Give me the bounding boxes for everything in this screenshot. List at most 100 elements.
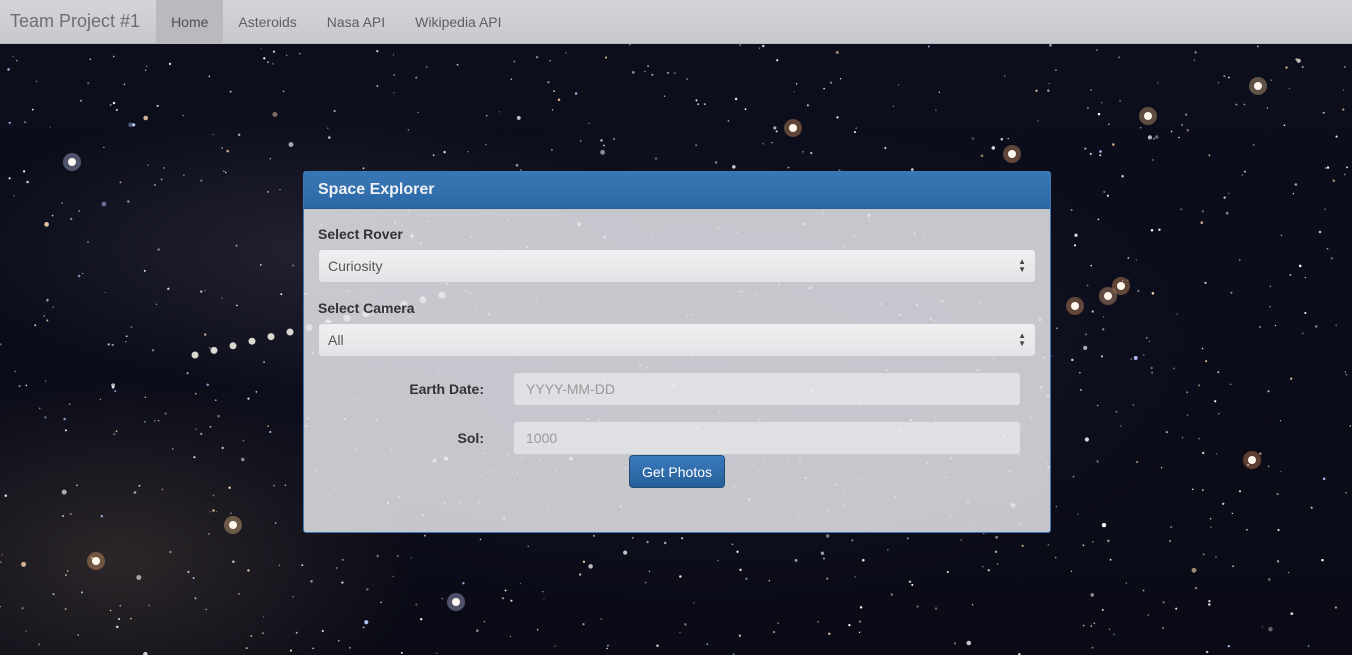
star xyxy=(1258,326,1261,328)
star xyxy=(1326,247,1329,250)
star xyxy=(1070,209,1073,212)
star xyxy=(510,599,513,602)
bright-star xyxy=(1117,282,1125,290)
star xyxy=(1208,599,1211,603)
star xyxy=(588,122,590,125)
star xyxy=(1285,66,1288,69)
star xyxy=(1090,593,1095,597)
star xyxy=(1343,173,1346,176)
earth-date-input[interactable]: YYYY-MM-DD xyxy=(513,372,1021,406)
star xyxy=(76,484,78,487)
star xyxy=(1204,281,1207,285)
star xyxy=(1071,358,1074,362)
star xyxy=(266,191,269,193)
star xyxy=(1261,626,1264,628)
star xyxy=(744,108,747,111)
star xyxy=(236,304,238,307)
star xyxy=(362,626,365,629)
star xyxy=(1107,539,1110,543)
star xyxy=(1223,196,1226,199)
get-photos-button[interactable]: Get Photos xyxy=(629,455,725,488)
star xyxy=(549,59,551,62)
nav-item-asteroids[interactable]: Asteroids xyxy=(223,0,311,43)
star xyxy=(762,44,765,48)
star xyxy=(1047,89,1050,92)
star xyxy=(938,91,941,94)
star xyxy=(154,184,156,186)
star xyxy=(1095,49,1098,52)
star xyxy=(1150,366,1153,370)
camera-select[interactable]: All ▲ ▼ xyxy=(318,323,1036,357)
star xyxy=(112,432,116,436)
navbar-brand[interactable]: Team Project #1 xyxy=(0,0,156,43)
star xyxy=(632,71,635,74)
star xyxy=(157,420,160,422)
star xyxy=(1238,490,1242,493)
star xyxy=(456,63,459,66)
star xyxy=(215,510,218,513)
panel-title: Space Explorer xyxy=(304,172,1050,209)
star xyxy=(679,631,681,634)
nav-item-nasa-api[interactable]: Nasa API xyxy=(312,0,400,43)
bright-star xyxy=(1254,82,1262,90)
star xyxy=(1225,211,1229,215)
star xyxy=(1332,179,1336,182)
star xyxy=(24,121,27,124)
star xyxy=(600,139,603,142)
star xyxy=(410,557,413,559)
star xyxy=(64,608,67,610)
star xyxy=(1235,103,1238,106)
rover-select[interactable]: Curiosity ▲ ▼ xyxy=(318,249,1036,283)
star xyxy=(684,623,687,626)
star xyxy=(1330,257,1333,260)
star xyxy=(1243,170,1246,173)
star xyxy=(34,324,37,327)
sol-input[interactable]: 1000 xyxy=(513,421,1021,455)
nav-item-home[interactable]: Home xyxy=(156,0,224,43)
star xyxy=(644,70,646,73)
star xyxy=(1003,75,1006,77)
star xyxy=(673,72,676,75)
nav-item-wikipedia-api[interactable]: Wikipedia API xyxy=(400,0,516,43)
star xyxy=(225,171,227,174)
star xyxy=(103,146,105,149)
star xyxy=(771,142,773,144)
star xyxy=(271,62,274,65)
star xyxy=(1228,76,1230,79)
star xyxy=(21,561,27,567)
star xyxy=(18,385,21,388)
star xyxy=(681,537,684,540)
star xyxy=(1344,66,1346,68)
star xyxy=(115,430,118,433)
star xyxy=(208,75,211,78)
star xyxy=(582,623,585,626)
star xyxy=(1287,571,1290,574)
bright-star xyxy=(92,557,100,565)
star xyxy=(588,564,593,569)
star xyxy=(0,343,2,346)
star xyxy=(795,83,798,85)
star xyxy=(1243,103,1246,106)
star xyxy=(1215,556,1217,558)
star xyxy=(38,407,41,410)
star xyxy=(223,170,225,172)
star xyxy=(693,602,695,604)
star xyxy=(1048,82,1050,85)
star xyxy=(1160,466,1163,469)
star xyxy=(1277,528,1280,532)
star xyxy=(1181,436,1184,439)
star xyxy=(551,109,554,111)
star xyxy=(169,550,172,554)
star xyxy=(934,607,938,610)
star xyxy=(1324,208,1327,211)
star xyxy=(1201,210,1204,213)
star xyxy=(212,494,215,497)
star xyxy=(1346,166,1348,169)
star xyxy=(817,621,819,623)
star xyxy=(100,514,104,518)
star xyxy=(859,606,863,609)
star xyxy=(8,121,11,124)
star xyxy=(1280,234,1283,236)
star xyxy=(441,597,444,600)
star xyxy=(574,92,578,95)
